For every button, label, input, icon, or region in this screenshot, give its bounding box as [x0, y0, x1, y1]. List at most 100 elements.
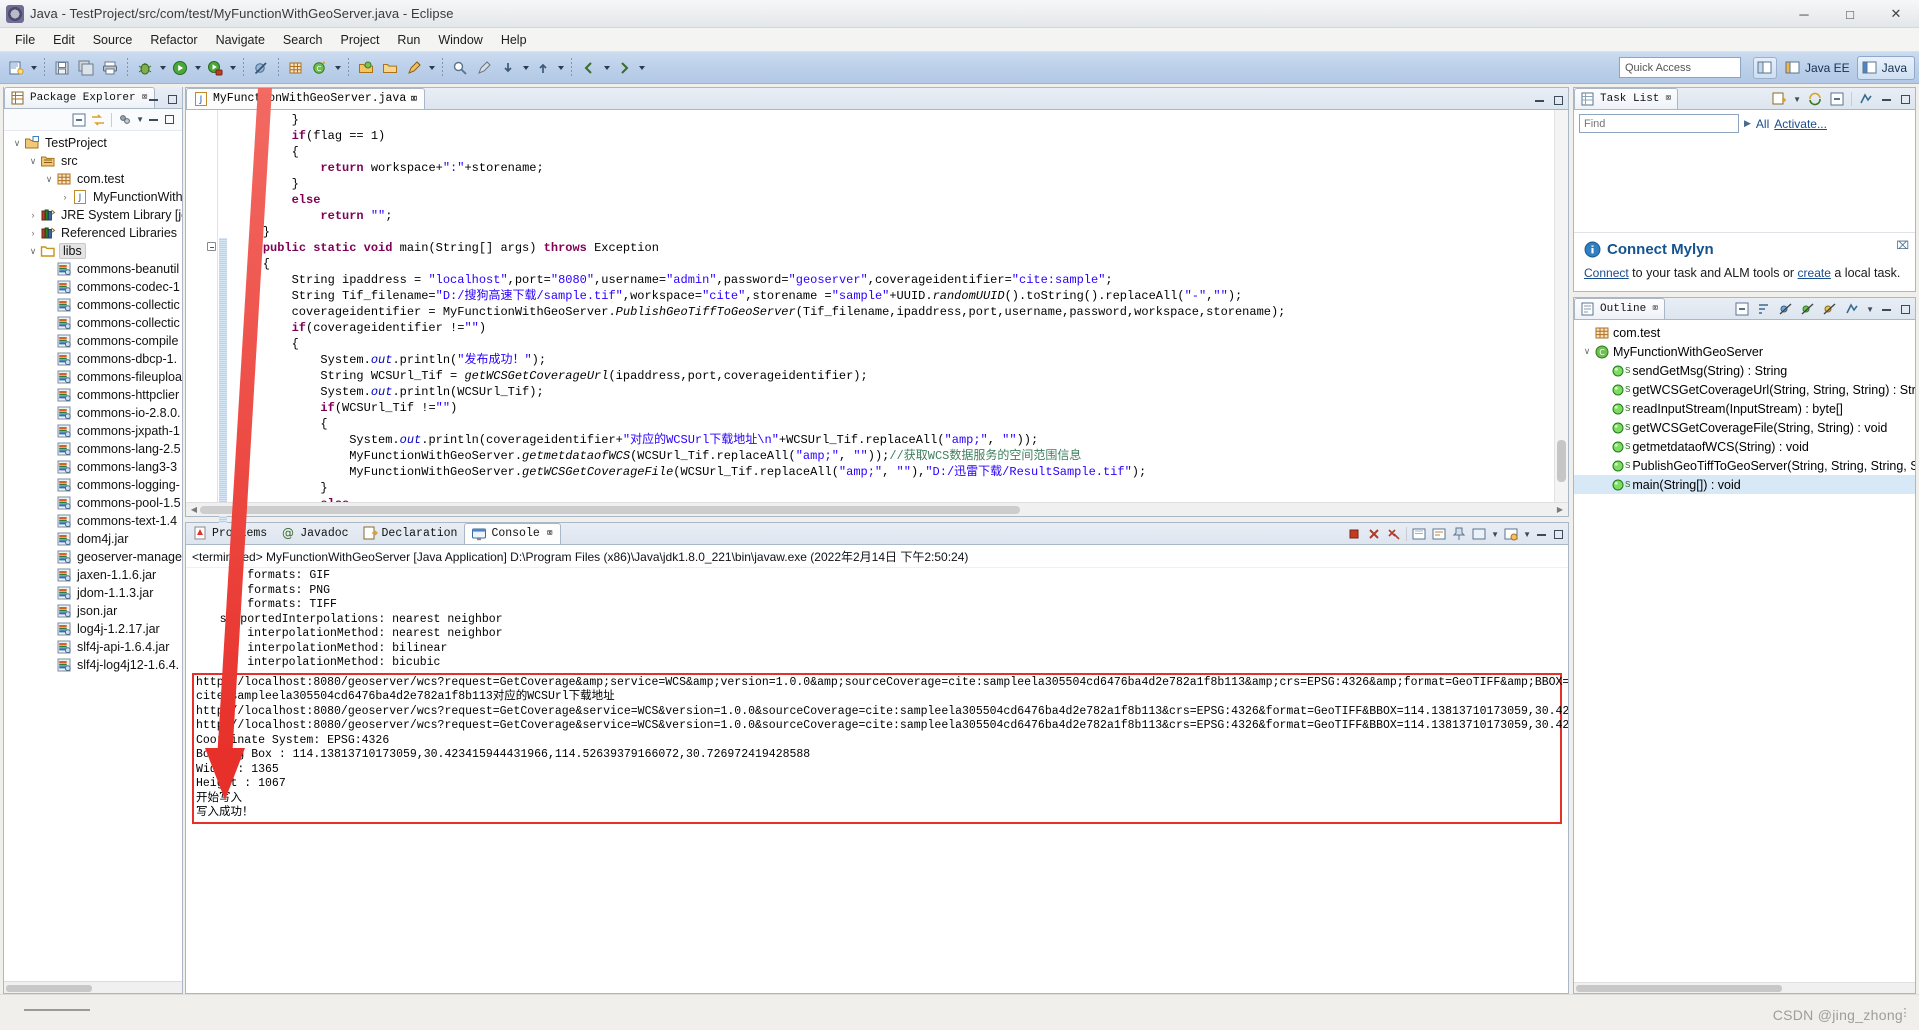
close-button[interactable]: ✕	[1873, 0, 1919, 28]
outline-item-readinputstream[interactable]: SreadInputStream(InputStream) : byte[]	[1574, 399, 1915, 418]
fold-collapse-icon[interactable]	[207, 242, 216, 251]
mylyn-connect-link[interactable]: Connect	[1584, 266, 1629, 280]
tree-item-dom4j-jar[interactable]: dom4j.jar	[4, 530, 182, 548]
display-selected-console-icon[interactable]	[1471, 526, 1487, 542]
perspective-java-ee[interactable]: Java EE	[1781, 57, 1857, 79]
hide-nonpublic-icon[interactable]	[1822, 301, 1838, 317]
hide-fields-icon[interactable]	[1778, 301, 1794, 317]
print-icon[interactable]	[99, 57, 121, 79]
terminate-icon[interactable]	[1346, 526, 1362, 542]
tree-item-commons-lang-2-5[interactable]: commons-lang-2.5	[4, 440, 182, 458]
forward-icon[interactable]	[613, 57, 635, 79]
menu-edit[interactable]: Edit	[44, 31, 84, 49]
remove-all-launches-icon[interactable]	[1386, 526, 1402, 542]
open-console-icon[interactable]	[1503, 526, 1519, 542]
tree-item-commons-httpclier[interactable]: commons-httpclier	[4, 386, 182, 404]
new-task-icon[interactable]	[1771, 91, 1787, 107]
sort-icon[interactable]	[1756, 301, 1772, 317]
menu-refactor[interactable]: Refactor	[141, 31, 206, 49]
maximize-icon[interactable]	[163, 113, 176, 126]
new-task-chevron-icon[interactable]: ▼	[1793, 95, 1801, 104]
new-class-icon[interactable]: C	[309, 57, 331, 79]
tree-item-slf4j-log4j12-1-6-4[interactable]: slf4j-log4j12-1.6.4.	[4, 656, 182, 674]
link-with-editor-icon[interactable]	[90, 112, 106, 128]
chevron-right-icon[interactable]: ›	[26, 228, 40, 238]
new-wizard-dropdown-icon[interactable]	[28, 57, 39, 79]
tab-package-explorer[interactable]: Package Explorer ⌧	[4, 87, 155, 108]
remove-launch-icon[interactable]	[1366, 526, 1382, 542]
tree-item-commons-lang3-3[interactable]: commons-lang3-3	[4, 458, 182, 476]
maximize-editor-icon[interactable]	[1552, 94, 1565, 107]
minimize-editor-icon[interactable]	[1533, 94, 1546, 107]
package-explorer-hscrollbar[interactable]	[4, 981, 182, 993]
minimize-icon[interactable]	[147, 113, 160, 126]
tree-item-jdom-1-1-3-jar[interactable]: jdom-1.1.3.jar	[4, 584, 182, 602]
menu-run[interactable]: Run	[388, 31, 429, 49]
run-external-dropdown-icon[interactable]	[227, 57, 238, 79]
tree-item-jaxen-1-1-6-jar[interactable]: jaxen-1.1.6.jar	[4, 566, 182, 584]
tab-task-list[interactable]: Task List ⌧	[1574, 88, 1679, 109]
tab-javadoc[interactable]: @ Javadoc	[274, 523, 355, 544]
back-icon[interactable]	[578, 57, 600, 79]
tree-item-commons-pool-1-5[interactable]: commons-pool-1.5	[4, 494, 182, 512]
menu-source[interactable]: Source	[84, 31, 142, 49]
mylyn-create-link[interactable]: create	[1798, 266, 1831, 280]
tree-item-commons-codec-1[interactable]: commons-codec-1	[4, 278, 182, 296]
filter-chevron-icon[interactable]: ▶	[1744, 118, 1751, 129]
maximize-icon[interactable]	[1899, 93, 1912, 106]
tree-item-commons-io-2-8-0[interactable]: commons-io-2.8.0.	[4, 404, 182, 422]
synchronize-icon[interactable]	[1807, 91, 1823, 107]
close-icon[interactable]: ⌧	[547, 528, 553, 540]
display-console-chevron-icon[interactable]: ▼	[1491, 530, 1499, 539]
pin-console-icon[interactable]	[1451, 526, 1467, 542]
close-icon[interactable]: ⌧	[410, 91, 417, 106]
tree-item-commons-fileuploa[interactable]: commons-fileuploa	[4, 368, 182, 386]
chevron-down-icon[interactable]: ∨	[10, 138, 24, 149]
open-type-icon[interactable]	[355, 57, 377, 79]
chevron-down-icon[interactable]: ∨	[26, 156, 40, 167]
menu-file[interactable]: File	[6, 31, 44, 49]
tab-myfunctionwithgeoserver-java[interactable]: J MyFunctionWithGeoServer.java ⌧	[186, 88, 426, 109]
run-external-tools-icon[interactable]	[204, 57, 226, 79]
task-list-activate-link[interactable]: Activate...	[1774, 117, 1827, 131]
outline-item-getmetdataofwcs[interactable]: SgetmetdataofWCS(String) : void	[1574, 437, 1915, 456]
close-icon[interactable]: ⌧	[1652, 303, 1658, 315]
tree-item-com-test[interactable]: ∨ com.test	[4, 170, 182, 188]
next-annotation-dropdown-icon[interactable]	[520, 57, 531, 79]
tree-item-jre-system-library-jd[interactable]: › JRE System Library [jd	[4, 206, 183, 224]
open-resource-icon[interactable]	[379, 57, 401, 79]
close-icon[interactable]: ⌧	[1665, 93, 1671, 105]
tab-declaration[interactable]: Declaration	[356, 523, 465, 544]
new-wizard-icon[interactable]	[5, 57, 27, 79]
tab-console[interactable]: Console ⌧	[464, 523, 561, 544]
minimize-icon[interactable]	[1880, 93, 1893, 106]
open-console-chevron-icon[interactable]: ▼	[1523, 530, 1531, 539]
last-edit-location-icon[interactable]	[473, 57, 495, 79]
minimize-icon[interactable]	[1880, 303, 1893, 316]
task-list-find-input[interactable]	[1579, 114, 1739, 133]
debug-icon[interactable]	[134, 57, 156, 79]
editor-hscroll-thumb[interactable]	[200, 506, 1020, 514]
next-annotation-icon[interactable]	[497, 57, 519, 79]
tree-item-myfunctionwithgeoserver[interactable]: › J MyFunctionWithGeoServer	[4, 188, 182, 206]
save-icon[interactable]	[51, 57, 73, 79]
chevron-right-icon[interactable]: ›	[26, 210, 40, 220]
tree-item-commons-logging[interactable]: commons-logging-	[4, 476, 182, 494]
minimize-console-icon[interactable]	[1535, 528, 1548, 541]
tree-item-testproject[interactable]: ∨ TestProject	[4, 134, 182, 152]
minimize-view-icon[interactable]	[147, 93, 160, 106]
collapse-all-icon[interactable]	[1734, 301, 1750, 317]
tree-item-commons-compile[interactable]: commons-compile	[4, 332, 182, 350]
maximize-icon[interactable]	[1899, 303, 1912, 316]
tree-item-commons-collectic[interactable]: commons-collectic	[4, 314, 182, 332]
outline-item-getwcsgetcoverageurl[interactable]: SgetWCSGetCoverageUrl(String, String, St…	[1574, 380, 1915, 399]
scroll-right-icon[interactable]: ▶	[1555, 505, 1565, 515]
run-icon[interactable]	[169, 57, 191, 79]
outline-item-main[interactable]: Smain(String[]) : void	[1574, 475, 1915, 494]
previous-annotation-icon[interactable]	[532, 57, 554, 79]
tree-item-slf4j-api-1-6-4-jar[interactable]: slf4j-api-1.6.4.jar	[4, 638, 182, 656]
editor-gutter[interactable]	[186, 110, 218, 502]
collapse-all-icon[interactable]	[1829, 91, 1845, 107]
outline-tree[interactable]: com.test ∨ C MyFunctionWithGeoServer SsendGe…	[1574, 320, 1915, 982]
tree-item-commons-text-1-4[interactable]: commons-text-1.4	[4, 512, 182, 530]
